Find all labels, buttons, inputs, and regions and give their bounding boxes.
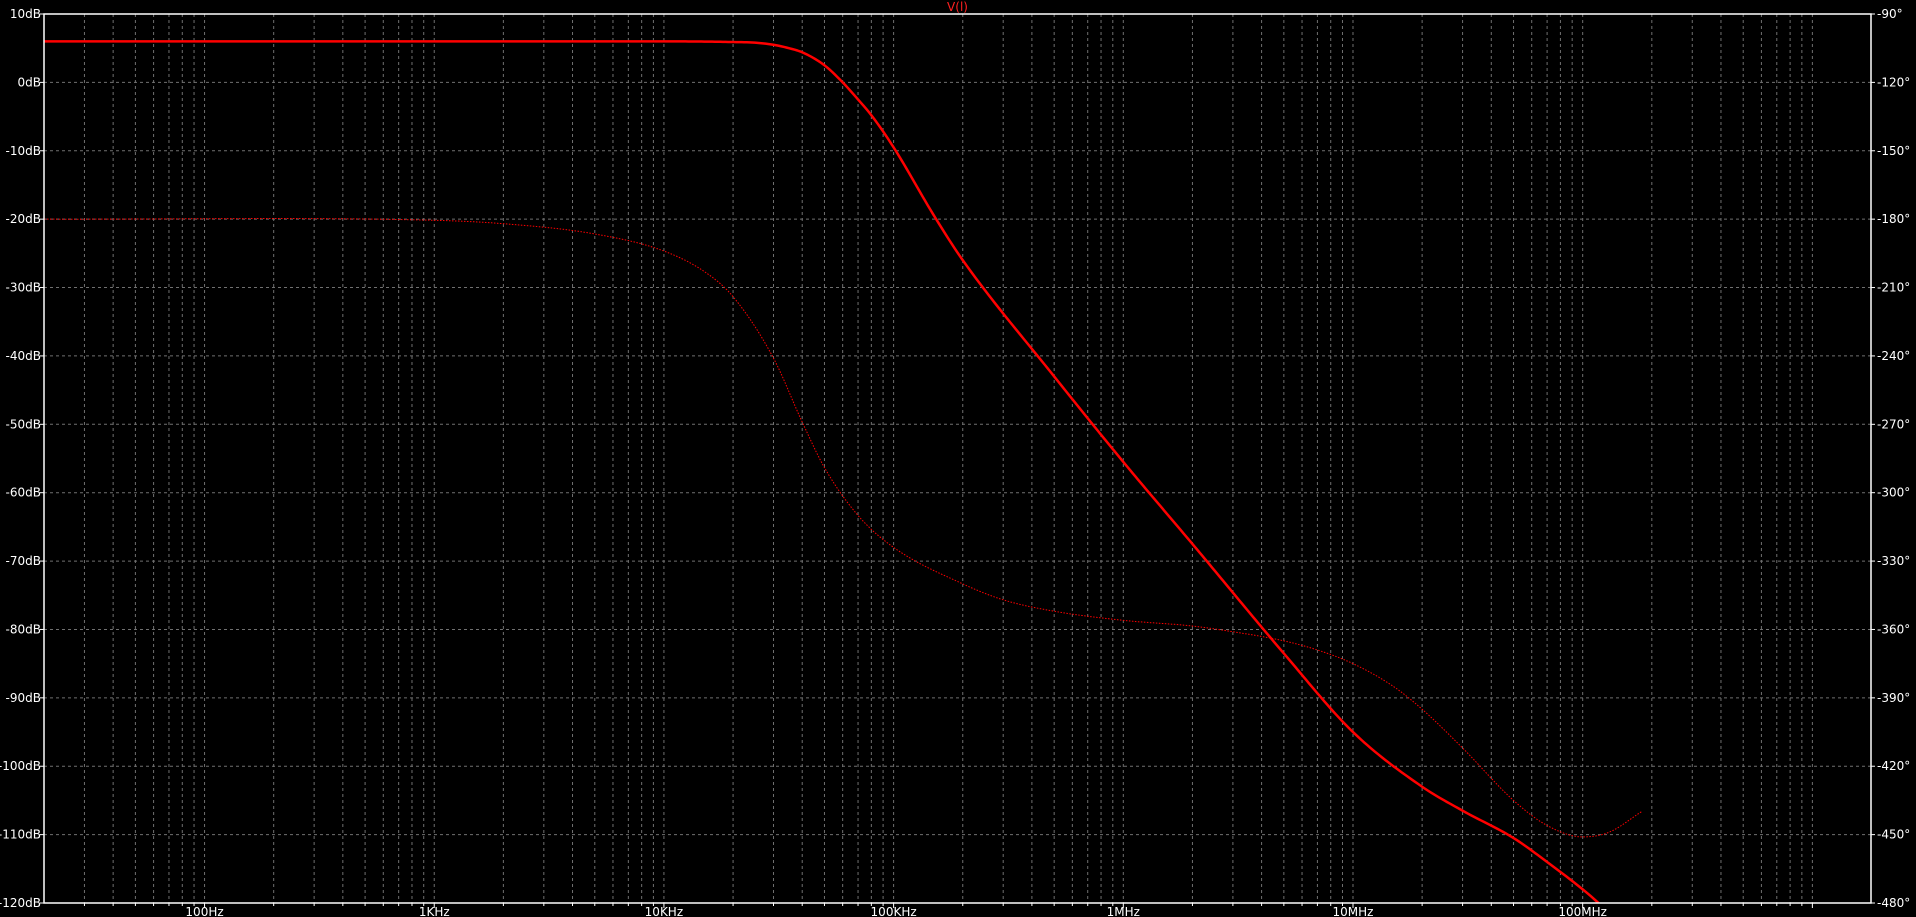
x-tick-label: 1KHz	[419, 905, 450, 917]
y-left-tick-label: -10dB	[6, 144, 41, 158]
y-right-tick-label: -330°	[1877, 554, 1910, 568]
y-right-tick-label: -90°	[1877, 7, 1903, 21]
y-left-tick-label: 10dB	[10, 7, 41, 21]
y-right-tick-label: -240°	[1877, 349, 1910, 363]
x-tick-label: 1MHz	[1107, 905, 1140, 917]
y-right-tick-label: -210°	[1877, 281, 1910, 295]
y-right-tick-label: -360°	[1877, 622, 1910, 636]
y-right-tick-label: -150°	[1877, 144, 1910, 158]
plot-background	[0, 0, 1916, 917]
y-left-tick-label: -20dB	[6, 212, 41, 226]
x-tick-label: 100KHz	[871, 905, 917, 917]
y-right-tick-label: -450°	[1877, 828, 1910, 842]
y-right-tick-label: -480°	[1877, 896, 1910, 910]
y-left-tick-label: -100dB	[0, 759, 41, 773]
y-right-tick-label: -120°	[1877, 75, 1910, 89]
y-left-tick-label: -40dB	[6, 349, 41, 363]
y-right-tick-label: -420°	[1877, 759, 1910, 773]
bode-plot: 10dB 0dB -10dB -20dB -30dB -40dB -50dB -60dB -70…	[0, 0, 1916, 917]
y-left-tick-label: -60dB	[6, 486, 41, 500]
y-left-tick-label: -50dB	[6, 417, 41, 431]
x-tick-label: 10MHz	[1333, 905, 1374, 917]
y-right-tick-label: -270°	[1877, 417, 1910, 431]
y-left-tick-label: -90dB	[6, 691, 41, 705]
chart-title: V(l)	[947, 0, 968, 14]
y-right-tick-label: -180°	[1877, 212, 1910, 226]
y-left-tick-label: -120dB	[0, 896, 41, 910]
y-right-tick-label: -300°	[1877, 486, 1910, 500]
y-left-tick-label: -30dB	[6, 281, 41, 295]
x-tick-label: 100Hz	[185, 905, 223, 917]
y-left-tick-label: -80dB	[6, 622, 41, 636]
y-left-tick-label: -70dB	[6, 554, 41, 568]
y-right-tick-label: -390°	[1877, 691, 1910, 705]
y-left-tick-label: -110dB	[0, 828, 41, 842]
x-tick-label: 10KHz	[645, 905, 683, 917]
y-left-tick-label: 0dB	[18, 75, 41, 89]
x-tick-label: 100MHz	[1558, 905, 1607, 917]
